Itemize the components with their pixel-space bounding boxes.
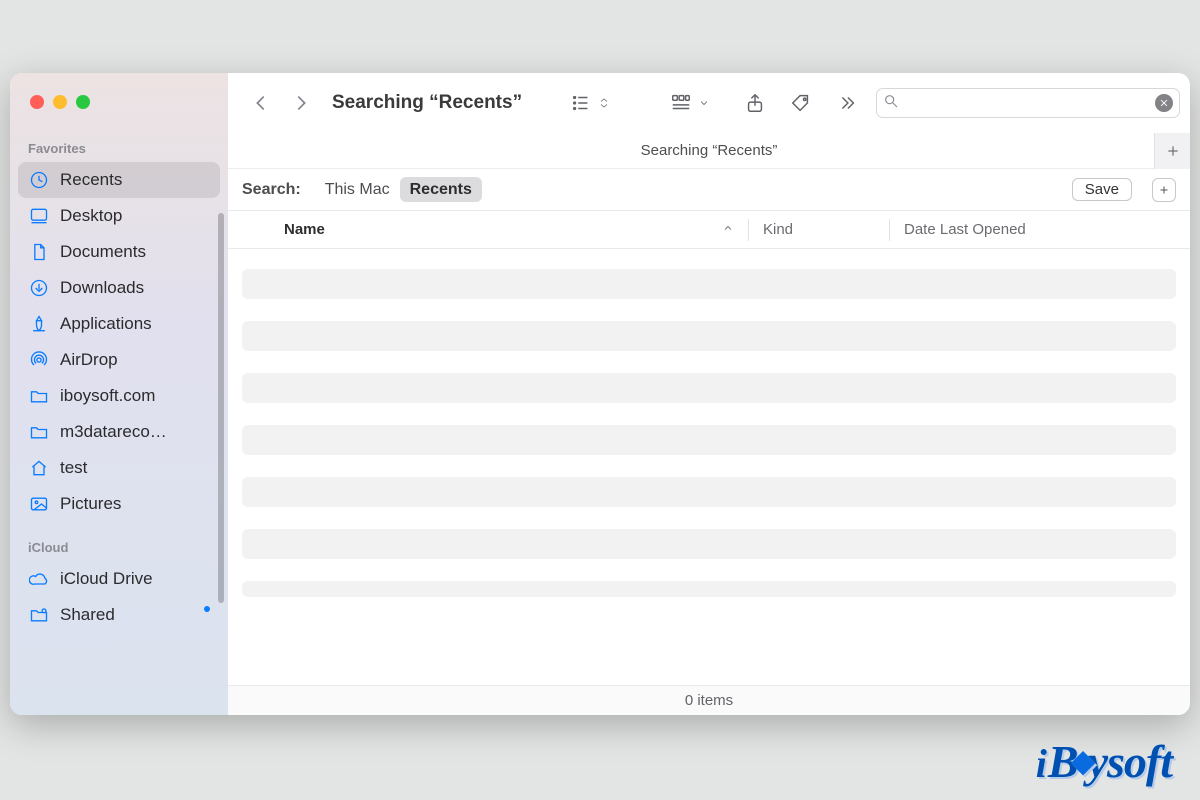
column-name[interactable]: Name	[228, 221, 748, 238]
search-scope-this-mac[interactable]: This Mac	[315, 177, 400, 202]
column-name-label: Name	[284, 221, 325, 238]
sidebar-item-applications[interactable]: Applications	[18, 306, 220, 342]
sidebar-item-recents[interactable]: Recents	[18, 162, 220, 198]
sidebar-item-label: Documents	[60, 242, 210, 262]
fullscreen-window-button[interactable]	[76, 95, 90, 109]
apps-icon	[28, 313, 50, 335]
sidebar-item-shared[interactable]: Shared	[18, 597, 220, 633]
folder-icon	[28, 385, 50, 407]
sidebar-item-label: iboysoft.com	[60, 386, 210, 406]
placeholder-row	[242, 269, 1176, 299]
search-scope-bar: Search: This MacRecents Save	[228, 169, 1190, 211]
share-button[interactable]	[744, 92, 766, 114]
placeholder-row	[242, 373, 1176, 403]
search-icon	[883, 93, 899, 114]
placeholder-row	[242, 321, 1176, 351]
sidebar-item-icloud-drive[interactable]: iCloud Drive	[18, 561, 220, 597]
back-button[interactable]	[246, 88, 276, 118]
toolbar: Searching “Recents”	[228, 73, 1190, 133]
sidebar-item-label: Desktop	[60, 206, 210, 226]
search-label: Search:	[242, 181, 301, 199]
sidebar-item-label: Applications	[60, 314, 210, 334]
sidebar-item-label: iCloud Drive	[60, 569, 210, 589]
search-input[interactable]	[905, 94, 1149, 112]
column-kind[interactable]: Kind	[749, 221, 889, 238]
sidebar-item-label: AirDrop	[60, 350, 210, 370]
view-list-button[interactable]	[570, 92, 610, 114]
sidebar-icloud-list: iCloud Drive Shared	[18, 561, 220, 633]
clock-icon	[28, 169, 50, 191]
sidebar-scrollbar[interactable]	[218, 213, 224, 603]
placeholder-row	[242, 581, 1176, 597]
status-bar: 0 items	[228, 685, 1190, 715]
sidebar-item-m3datareco-[interactable]: m3datareco…	[18, 414, 220, 450]
add-criterion-button[interactable]	[1152, 178, 1176, 202]
sidebar-item-desktop[interactable]: Desktop	[18, 198, 220, 234]
download-icon	[28, 277, 50, 299]
path-line: Searching “Recents”	[228, 133, 1190, 169]
column-date-label: Date Last Opened	[904, 221, 1026, 238]
minimize-window-button[interactable]	[53, 95, 67, 109]
sidebar-item-label: Shared	[60, 605, 198, 625]
search-field[interactable]	[876, 88, 1180, 118]
finder-window: Favorites Recents Desktop Documents Downloa…	[10, 73, 1190, 715]
group-button[interactable]	[670, 92, 710, 114]
folder-icon	[28, 421, 50, 443]
sidebar-item-iboysoft-com[interactable]: iboysoft.com	[18, 378, 220, 414]
window-title: Searching “Recents”	[332, 92, 522, 114]
save-search-button[interactable]: Save	[1072, 178, 1132, 201]
watermark-logo: iB◆ysoft	[1036, 735, 1172, 788]
image-icon	[28, 493, 50, 515]
sidebar-section-favorites: Favorites	[10, 141, 228, 162]
cloud-icon	[28, 568, 50, 590]
airdrop-icon	[28, 349, 50, 371]
sidebar-item-pictures[interactable]: Pictures	[18, 486, 220, 522]
add-search-criteria-button[interactable]	[1154, 133, 1190, 169]
sharefolder-icon	[28, 604, 50, 626]
forward-button[interactable]	[286, 88, 316, 118]
sidebar: Favorites Recents Desktop Documents Downloa…	[10, 73, 228, 715]
column-date[interactable]: Date Last Opened	[890, 221, 1190, 238]
notification-badge	[204, 606, 210, 612]
sidebar-item-label: test	[60, 458, 210, 478]
search-scope-recents[interactable]: Recents	[400, 177, 482, 202]
placeholder-row	[242, 477, 1176, 507]
main-panel: Searching “Recents”	[228, 73, 1190, 715]
more-button[interactable]	[836, 92, 858, 114]
window-controls	[10, 95, 228, 109]
clear-search-button[interactable]	[1155, 94, 1173, 112]
results-area	[228, 249, 1190, 685]
close-window-button[interactable]	[30, 95, 44, 109]
placeholder-row	[242, 425, 1176, 455]
house-icon	[28, 457, 50, 479]
desktop-icon	[28, 205, 50, 227]
sidebar-item-airdrop[interactable]: AirDrop	[18, 342, 220, 378]
sidebar-section-icloud: iCloud	[10, 540, 228, 561]
sidebar-item-label: Recents	[60, 170, 210, 190]
sidebar-item-label: Pictures	[60, 494, 210, 514]
sidebar-item-downloads[interactable]: Downloads	[18, 270, 220, 306]
doc-icon	[28, 241, 50, 263]
placeholder-row	[242, 529, 1176, 559]
sort-indicator-icon	[722, 221, 734, 238]
column-headers: Name Kind Date Last Opened	[228, 211, 1190, 249]
sidebar-item-label: Downloads	[60, 278, 210, 298]
column-kind-label: Kind	[763, 221, 793, 238]
sidebar-item-documents[interactable]: Documents	[18, 234, 220, 270]
tags-button[interactable]	[790, 92, 812, 114]
sidebar-favorites-list: Recents Desktop Documents Downloads Applicat…	[18, 162, 220, 522]
path-text: Searching “Recents”	[641, 142, 778, 159]
status-items-count: 0 items	[685, 692, 733, 709]
sidebar-item-test[interactable]: test	[18, 450, 220, 486]
sidebar-item-label: m3datareco…	[60, 422, 210, 442]
